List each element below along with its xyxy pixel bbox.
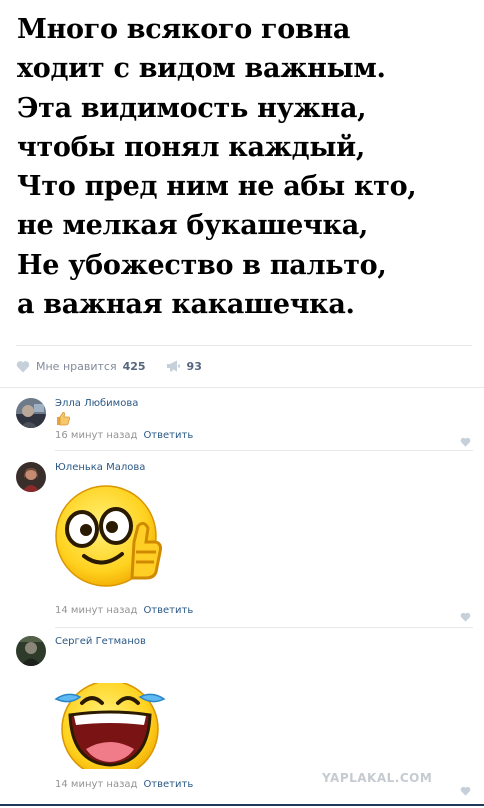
avatar[interactable] (16, 462, 46, 492)
reply-link[interactable]: Ответить (143, 779, 193, 790)
megaphone-icon (166, 360, 180, 372)
comment-time[interactable]: 14 минут назад (55, 605, 137, 616)
reply-link[interactable]: Ответить (143, 605, 193, 616)
post-actions: Мне нравится 425 93 (16, 357, 202, 375)
heart-icon (460, 437, 471, 447)
comment-meta: 16 минут назад Ответить (55, 430, 193, 441)
post-divider (16, 345, 472, 346)
poem-line: ходит с видом важным. (17, 53, 386, 85)
like-button[interactable]: Мне нравится 425 (16, 360, 146, 373)
like-label: Мне нравится (36, 359, 117, 373)
comment-divider (55, 450, 473, 451)
comment-divider (55, 627, 473, 628)
comment-like-button[interactable] (460, 432, 471, 451)
avatar-image (16, 398, 46, 428)
comment-author[interactable]: Элла Любимова (55, 398, 138, 409)
tears-of-joy-sticker (52, 680, 168, 778)
poem-line: Эта видимость нужна, (17, 92, 367, 124)
comment-time[interactable]: 16 минут назад (55, 430, 137, 441)
comment-like-button[interactable] (460, 781, 471, 800)
avatar[interactable] (16, 636, 46, 666)
like-count: 425 (122, 359, 146, 373)
poem-line: а важная какашечка. (17, 289, 355, 321)
poem-line: Не убожество в пальто, (17, 249, 387, 281)
comment-meta: 14 минут назад Ответить (55, 605, 193, 616)
comment-author[interactable]: Сергей Гетманов (55, 636, 146, 647)
comment-time[interactable]: 14 минут назад (55, 779, 137, 790)
heart-icon (16, 360, 30, 372)
watermark: YAPLAKAL.COM (322, 771, 433, 785)
poem-line: чтобы понял каждый, (17, 131, 365, 163)
share-count: 93 (186, 359, 202, 373)
heart-icon (460, 612, 471, 622)
thumbs-up-emoji (55, 411, 71, 430)
avatar-image (16, 636, 46, 666)
comment-author[interactable]: Юленька Малова (55, 462, 145, 473)
share-button[interactable]: 93 (166, 360, 202, 373)
poem-line: не мелкая букашечка, (17, 210, 368, 242)
bottom-border (0, 804, 484, 806)
post-text: Много всякого говна ходит с видом важным… (17, 10, 477, 324)
avatar[interactable] (16, 398, 46, 428)
comments-divider (0, 387, 484, 388)
heart-icon (460, 786, 471, 796)
avatar-image (16, 462, 46, 492)
poem-line: Что пред ним не абы кто, (17, 171, 417, 203)
comment-like-button[interactable] (460, 607, 471, 626)
reply-link[interactable]: Ответить (143, 430, 193, 441)
thumbs-up-smiley-sticker (52, 480, 164, 598)
comment-meta: 14 минут назад Ответить (55, 779, 193, 790)
poem-line: Много всякого говна (17, 14, 351, 45)
